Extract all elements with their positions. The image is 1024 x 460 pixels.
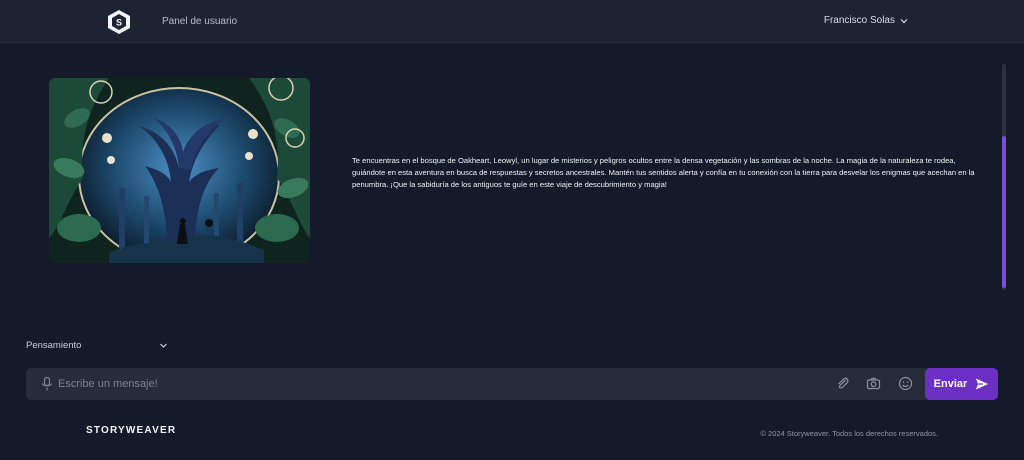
top-bar: S Panel de usuario Francisco Solas [0,0,1024,43]
storyweaver-logo-icon[interactable]: S [107,9,131,35]
user-name: Francisco Solas [823,15,895,26]
emoji-icon[interactable] [898,376,913,391]
logo-letter: S [116,18,122,28]
footer-copyright: © 2024 Storyweaver. Todos los derechos r… [760,429,938,438]
chat-scrollbar[interactable] [1002,64,1006,290]
camera-icon[interactable] [866,376,881,391]
message-composer: Enviar [26,368,998,400]
paperclip-icon[interactable] [835,376,850,391]
story-illustration [49,78,310,263]
footer-brand-logo[interactable]: STORYWEAVER [86,425,176,436]
scrollbar-thumb[interactable] [1002,136,1006,288]
send-button[interactable]: Enviar [925,368,998,400]
mode-select-dropdown[interactable]: Pensamiento [26,338,168,352]
nav-user-panel-link[interactable]: Panel de usuario [162,16,237,27]
microphone-icon[interactable] [41,377,53,391]
forest-illustration-image [49,78,310,263]
chevron-down-icon [900,18,908,23]
message-input[interactable] [58,374,818,394]
chevron-down-icon [160,343,167,348]
user-menu[interactable]: Francisco Solas [824,15,908,26]
send-arrow-icon [976,378,989,390]
send-button-label: Enviar [933,378,968,390]
story-narrative-text: Te encuentras en el bosque de Oakheart, … [352,156,975,189]
mode-select-value: Pensamiento [26,339,82,351]
